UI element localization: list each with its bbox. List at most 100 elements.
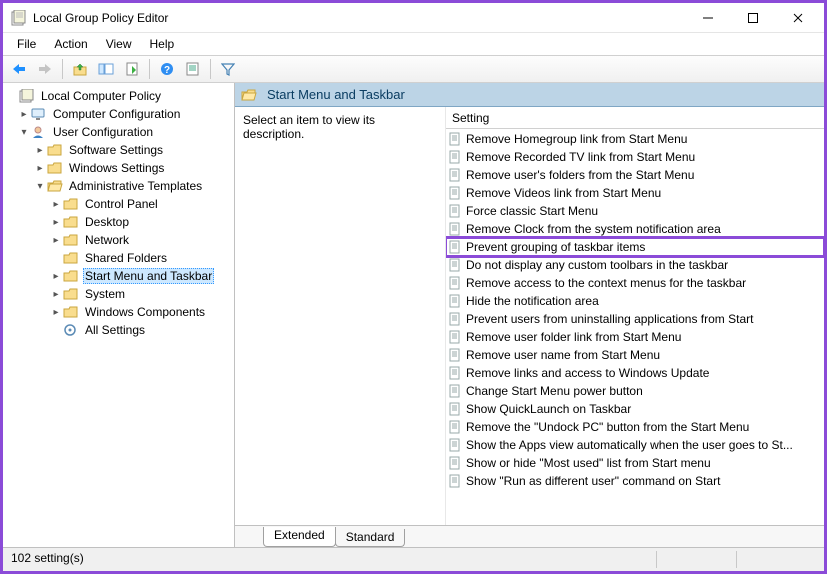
setting-label: Show QuickLaunch on Taskbar	[466, 402, 631, 416]
setting-row[interactable]: Remove the "Undock PC" button from the S…	[446, 418, 824, 436]
details-panel: Start Menu and Taskbar Select an item to…	[235, 83, 824, 547]
folder-open-icon	[241, 88, 257, 102]
tree-all-settings[interactable]: All Settings	[5, 321, 232, 339]
policy-icon	[448, 420, 462, 434]
expander-icon[interactable]: ▸	[49, 233, 63, 247]
tree-computer-cfg[interactable]: ▸ Computer Configuration	[5, 105, 232, 123]
close-button[interactable]	[775, 4, 820, 32]
setting-row[interactable]: Prevent grouping of taskbar items	[446, 238, 824, 256]
tree-windows-settings[interactable]: ▸ Windows Settings	[5, 159, 232, 177]
policy-icon	[448, 186, 462, 200]
menu-action[interactable]: Action	[46, 36, 95, 52]
tree-label: Desktop	[83, 215, 131, 229]
tree-admin-templates[interactable]: ▾ Administrative Templates	[5, 177, 232, 195]
filter-options-button[interactable]	[181, 58, 205, 80]
tree-label: Local Computer Policy	[39, 89, 163, 103]
setting-row[interactable]: Show "Run as different user" command on …	[446, 472, 824, 490]
tree-label: Shared Folders	[83, 251, 169, 265]
tree-control-panel[interactable]: ▸ Control Panel	[5, 195, 232, 213]
setting-row[interactable]: Show or hide "Most used" list from Start…	[446, 454, 824, 472]
tree-network[interactable]: ▸ Network	[5, 231, 232, 249]
setting-label: Show or hide "Most used" list from Start…	[466, 456, 711, 470]
setting-row[interactable]: Remove user folder link from Start Menu	[446, 328, 824, 346]
setting-row[interactable]: Change Start Menu power button	[446, 382, 824, 400]
setting-row[interactable]: Remove Recorded TV link from Start Menu	[446, 148, 824, 166]
folder-icon	[63, 197, 79, 211]
expander-icon[interactable]: ▸	[17, 107, 31, 121]
setting-label: Prevent grouping of taskbar items	[466, 240, 645, 254]
setting-label: Prevent users from uninstalling applicat…	[466, 312, 753, 326]
help-button[interactable]: ?	[155, 58, 179, 80]
expander-icon[interactable]: ▸	[33, 161, 47, 175]
up-level-button[interactable]	[68, 58, 92, 80]
tree-desktop[interactable]: ▸ Desktop	[5, 213, 232, 231]
tree-label: Windows Components	[83, 305, 207, 319]
collapse-icon[interactable]: ▾	[33, 179, 47, 193]
toolbar-separator	[62, 59, 63, 79]
folder-icon	[63, 215, 79, 229]
back-button[interactable]	[7, 58, 31, 80]
setting-row[interactable]: Remove Clock from the system notificatio…	[446, 220, 824, 238]
setting-row[interactable]: Do not display any custom toolbars in th…	[446, 256, 824, 274]
setting-row[interactable]: Show QuickLaunch on Taskbar	[446, 400, 824, 418]
setting-row[interactable]: Force classic Start Menu	[446, 202, 824, 220]
tree-label: Computer Configuration	[51, 107, 182, 121]
properties-button[interactable]	[120, 58, 144, 80]
tab-standard[interactable]: Standard	[335, 529, 406, 547]
setting-row[interactable]: Remove Videos link from Start Menu	[446, 184, 824, 202]
expander-icon[interactable]: ▸	[49, 215, 63, 229]
setting-label: Remove links and access to Windows Updat…	[466, 366, 709, 380]
column-header-setting[interactable]: Setting	[446, 107, 824, 129]
folder-icon	[63, 251, 79, 265]
setting-label: Change Start Menu power button	[466, 384, 643, 398]
policy-icon	[448, 330, 462, 344]
expander-icon[interactable]: ▸	[49, 269, 63, 283]
expander-icon[interactable]: ▸	[49, 287, 63, 301]
menu-bar: File Action View Help	[3, 33, 824, 55]
tree-label-selected: Start Menu and Taskbar	[83, 268, 214, 284]
setting-label: Do not display any custom toolbars in th…	[466, 258, 728, 272]
setting-row[interactable]: Remove user name from Start Menu	[446, 346, 824, 364]
menu-file[interactable]: File	[9, 36, 44, 52]
settings-list[interactable]: Remove Homegroup link from Start Menu Rem…	[446, 129, 824, 525]
expander-icon[interactable]: ▸	[49, 197, 63, 211]
setting-row[interactable]: Remove links and access to Windows Updat…	[446, 364, 824, 382]
maximize-button[interactable]	[730, 4, 775, 32]
setting-label: Remove Recorded TV link from Start Menu	[466, 150, 695, 164]
expander-icon[interactable]: ▸	[33, 143, 47, 157]
policy-icon	[448, 204, 462, 218]
setting-row[interactable]: Hide the notification area	[446, 292, 824, 310]
tree-start-taskbar[interactable]: ▸ Start Menu and Taskbar	[5, 267, 232, 285]
filter-button[interactable]	[216, 58, 240, 80]
tree-system[interactable]: ▸ System	[5, 285, 232, 303]
tree-windows-components[interactable]: ▸ Windows Components	[5, 303, 232, 321]
svg-text:?: ?	[164, 65, 170, 76]
setting-row[interactable]: Remove Homegroup link from Start Menu	[446, 130, 824, 148]
description-text: Select an item to view its description.	[243, 113, 437, 141]
view-tabs: Extended Standard	[235, 525, 824, 547]
show-hide-tree-button[interactable]	[94, 58, 118, 80]
tree-software-settings[interactable]: ▸ Software Settings	[5, 141, 232, 159]
setting-label: Remove access to the context menus for t…	[466, 276, 746, 290]
tree-user-cfg[interactable]: ▾ User Configuration	[5, 123, 232, 141]
details-header: Start Menu and Taskbar	[235, 83, 824, 107]
setting-row[interactable]: Remove user's folders from the Start Men…	[446, 166, 824, 184]
status-bar: 102 setting(s)	[3, 547, 824, 571]
menu-help[interactable]: Help	[142, 36, 183, 52]
tree-label: User Configuration	[51, 125, 155, 139]
navigation-tree[interactable]: Local Computer Policy ▸ Computer Configu…	[3, 83, 235, 547]
minimize-button[interactable]	[685, 4, 730, 32]
setting-row[interactable]: Remove access to the context menus for t…	[446, 274, 824, 292]
policy-icon	[448, 402, 462, 416]
setting-row[interactable]: Show the Apps view automatically when th…	[446, 436, 824, 454]
expander-icon[interactable]: ▸	[49, 305, 63, 319]
tree-root[interactable]: Local Computer Policy	[5, 87, 232, 105]
tab-extended[interactable]: Extended	[263, 527, 336, 547]
collapse-icon[interactable]: ▾	[17, 125, 31, 139]
forward-button[interactable]	[33, 58, 57, 80]
settings-icon	[63, 323, 79, 337]
menu-view[interactable]: View	[98, 36, 140, 52]
setting-row[interactable]: Prevent users from uninstalling applicat…	[446, 310, 824, 328]
tree-shared-folders[interactable]: Shared Folders	[5, 249, 232, 267]
policy-icon	[448, 132, 462, 146]
